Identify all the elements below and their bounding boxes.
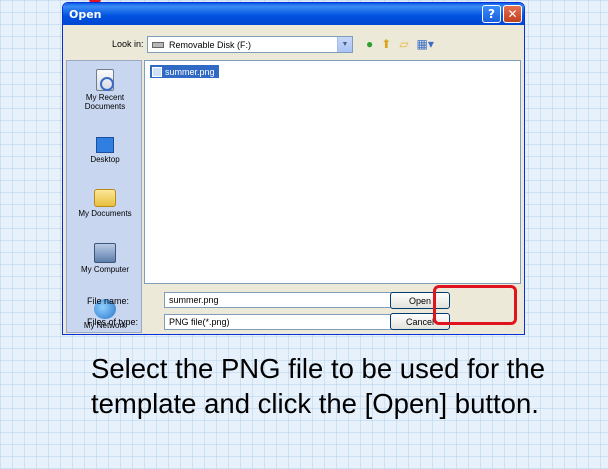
place-label: My Computer: [80, 265, 129, 274]
back-icon[interactable]: ●: [366, 37, 373, 51]
place-my-computer[interactable]: My Computer: [67, 243, 143, 274]
help-icon[interactable]: ?: [482, 5, 501, 23]
place-my-recent-documents[interactable]: My Recent Documents: [67, 69, 143, 111]
open-button-highlight: [433, 285, 517, 325]
file-name-value: summer.png: [169, 295, 219, 305]
removable-disk-icon: [152, 41, 164, 48]
look-in-label: Look in:: [112, 39, 144, 49]
file-name-label: File name:: [87, 296, 130, 306]
list-item[interactable]: summer.png: [150, 65, 219, 78]
place-label: My Documents: [78, 209, 132, 218]
dialog-title: Open: [69, 7, 102, 21]
file-list: summer.png: [144, 60, 521, 284]
new-folder-icon[interactable]: ▱: [399, 37, 408, 51]
look-in-value: Removable Disk (F:): [169, 39, 252, 50]
desktop-icon: [96, 137, 114, 153]
look-in-row: Look in: Removable Disk (F:) ▼ ● ⬆ ▱ ▦▾: [63, 35, 524, 55]
look-in-dropdown[interactable]: Removable Disk (F:) ▼: [147, 36, 353, 53]
toolbar: ● ⬆ ▱ ▦▾: [366, 37, 434, 51]
file-type-label: Files of type:: [87, 317, 139, 327]
chevron-down-icon[interactable]: ▼: [337, 37, 352, 52]
place-my-documents[interactable]: My Documents: [67, 189, 143, 218]
views-menu-icon[interactable]: ▦▾: [417, 37, 434, 51]
places-bar: My Recent Documents Desktop My Documents…: [66, 60, 142, 333]
place-desktop[interactable]: Desktop: [67, 137, 143, 164]
place-label: My Recent Documents: [84, 93, 126, 111]
folder-icon: [94, 189, 116, 207]
up-folder-icon[interactable]: ⬆: [381, 37, 391, 51]
title-bar: Open ? ✕: [63, 3, 524, 25]
recent-documents-icon: [96, 69, 114, 91]
computer-icon: [94, 243, 116, 263]
image-file-icon: [152, 66, 162, 77]
close-icon[interactable]: ✕: [503, 5, 522, 23]
instruction-caption: Select the PNG file to be used for the t…: [91, 353, 546, 419]
file-type-value: PNG file(*.png): [169, 317, 230, 327]
place-label: Desktop: [90, 155, 120, 164]
file-item-name: summer.png: [165, 66, 215, 77]
